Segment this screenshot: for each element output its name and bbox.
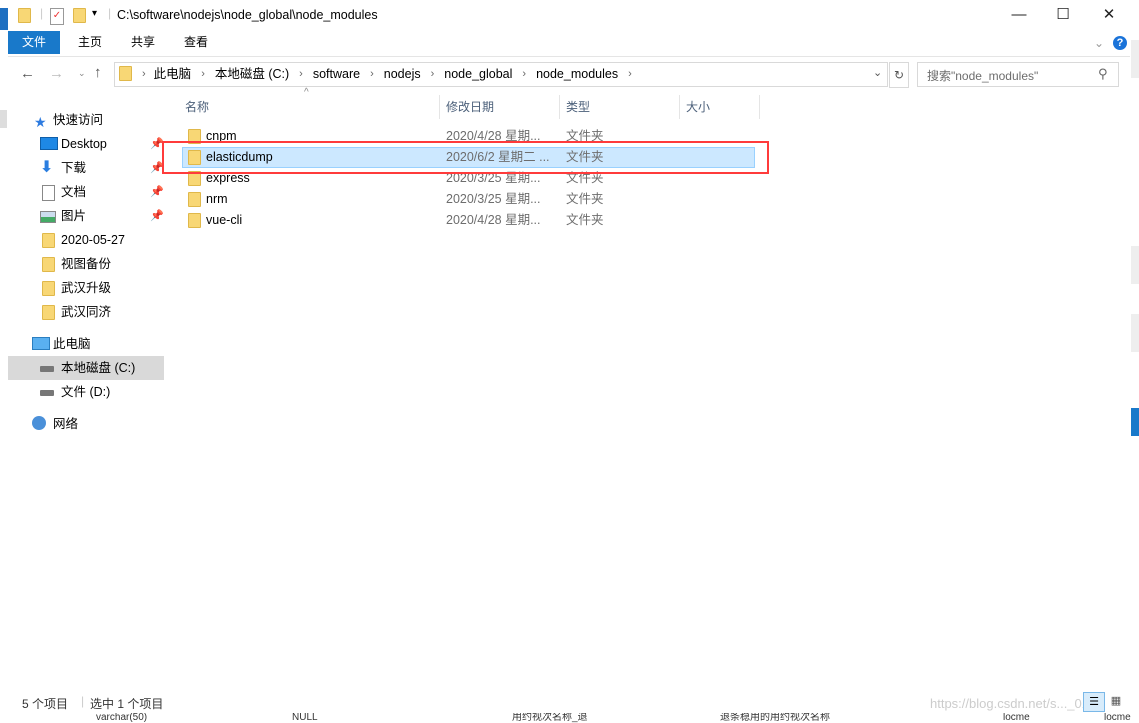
desktop-icon <box>40 137 58 150</box>
nav-c-drive[interactable]: 本地磁盘 (C:) <box>8 356 164 380</box>
file-row[interactable]: vue-cli 2020/4/28 星期... 文件夹 <box>182 210 755 231</box>
tab-file[interactable]: 文件 <box>8 31 61 54</box>
folder-icon <box>188 213 201 228</box>
crumb-this-pc[interactable]: 此电脑 <box>154 62 192 86</box>
expand-ribbon-icon[interactable]: ⌄ <box>1094 36 1104 50</box>
status-selected-count: 选中 1 个项目 <box>90 697 164 711</box>
nav-downloads[interactable]: ⬇ 下载 📌 <box>0 156 164 180</box>
address-dropdown-icon[interactable]: ⌄ <box>873 66 882 79</box>
search-icon[interactable]: ⚲ <box>1098 66 1108 82</box>
folder-icon <box>119 66 132 81</box>
tab-home[interactable]: 主页 <box>64 31 116 54</box>
large-icons-view-button[interactable]: ▦ <box>1108 693 1124 709</box>
recent-locations-button[interactable]: ⌄ <box>78 68 86 79</box>
nav-desktop[interactable]: Desktop 📌 <box>0 132 164 156</box>
folder-icon <box>42 305 55 320</box>
minimize-button[interactable]: — <box>996 0 1042 30</box>
close-button[interactable]: ✕ <box>1086 0 1132 30</box>
title-bar: | ✓ ▾ | C:\software\nodejs\node_global\n… <box>0 0 1139 32</box>
nav-d-drive[interactable]: 文件 (D:) <box>0 380 164 404</box>
nav-quick-access[interactable]: ★ 快速访问 <box>0 108 164 132</box>
pin-icon[interactable]: 📌 <box>150 180 164 204</box>
breadcrumb: › 此电脑 › 本地磁盘 (C:) › software › nodejs › node_… <box>140 62 642 86</box>
crumb-node-modules[interactable]: node_modules <box>536 62 618 86</box>
customize-toolbar-icon[interactable]: ▾ <box>92 8 97 19</box>
nav-pictures[interactable]: 图片 📌 <box>0 204 164 228</box>
document-icon <box>42 185 55 201</box>
folder-icon <box>18 8 31 23</box>
computer-icon <box>32 337 50 350</box>
watermark: https://blog.csdn.net/s..._01 <box>930 696 1089 711</box>
properties-icon[interactable]: ✓ <box>50 8 64 25</box>
status-item-count: 5 个项目 <box>22 697 69 711</box>
tab-view[interactable]: 查看 <box>170 31 222 54</box>
column-header-size[interactable]: 大小 <box>686 95 710 119</box>
up-button[interactable]: ↑ <box>94 64 102 81</box>
folder-icon <box>188 192 201 207</box>
column-header-name[interactable]: 名称 <box>185 95 209 119</box>
forward-button[interactable]: → <box>49 65 64 82</box>
folder-icon <box>42 233 55 248</box>
nav-network[interactable]: 网络 <box>0 412 164 436</box>
nav-folder-wuhan-tongji[interactable]: 武汉同济 <box>0 300 164 324</box>
column-header-type[interactable]: 类型 <box>566 95 590 119</box>
nav-folder-view-backup[interactable]: 视图备份 <box>0 252 164 276</box>
tab-share[interactable]: 共享 <box>117 31 169 54</box>
background-window-edge <box>0 8 8 30</box>
background-window: varchar(50) NULL 用约视次名称_退 退条稳用的用约视次名称 lo… <box>96 713 1131 723</box>
folder-icon <box>42 281 55 296</box>
highlight-box <box>162 141 769 174</box>
search-input[interactable]: 搜索"node_modules" ⚲ <box>917 62 1119 87</box>
crumb-c-drive[interactable]: 本地磁盘 (C:) <box>215 62 289 86</box>
drive-icon <box>40 366 54 372</box>
pictures-icon <box>40 211 56 223</box>
details-view-button[interactable]: ☰ <box>1083 692 1105 712</box>
crumb-software[interactable]: software <box>313 62 360 86</box>
nav-this-pc[interactable]: 此电脑 <box>0 332 164 356</box>
nav-folder-wuhan-upgrade[interactable]: 武汉升级 <box>0 276 164 300</box>
star-icon: ★ <box>34 114 47 130</box>
new-folder-icon[interactable] <box>73 8 86 23</box>
window-title: C:\software\nodejs\node_global\node_modu… <box>117 8 378 22</box>
refresh-button[interactable]: ↻ <box>889 62 909 88</box>
nav-documents[interactable]: 文档 📌 <box>0 180 164 204</box>
back-button[interactable]: ← <box>20 65 35 82</box>
maximize-button[interactable]: ☐ <box>1040 0 1086 30</box>
crumb-nodejs[interactable]: nodejs <box>384 62 421 86</box>
pin-icon[interactable]: 📌 <box>150 204 164 228</box>
column-header-date[interactable]: 修改日期 <box>446 95 494 119</box>
nav-folder-2020-05-27[interactable]: 2020-05-27 <box>0 228 164 252</box>
sort-ascending-icon: ^ <box>304 87 309 98</box>
folder-icon <box>42 257 55 272</box>
file-row[interactable]: nrm 2020/3/25 星期... 文件夹 <box>182 189 755 210</box>
download-icon: ⬇ <box>40 159 54 176</box>
crumb-node-global[interactable]: node_global <box>444 62 512 86</box>
help-icon[interactable]: ? <box>1113 36 1127 50</box>
drive-icon <box>40 390 54 396</box>
network-icon <box>32 416 46 430</box>
